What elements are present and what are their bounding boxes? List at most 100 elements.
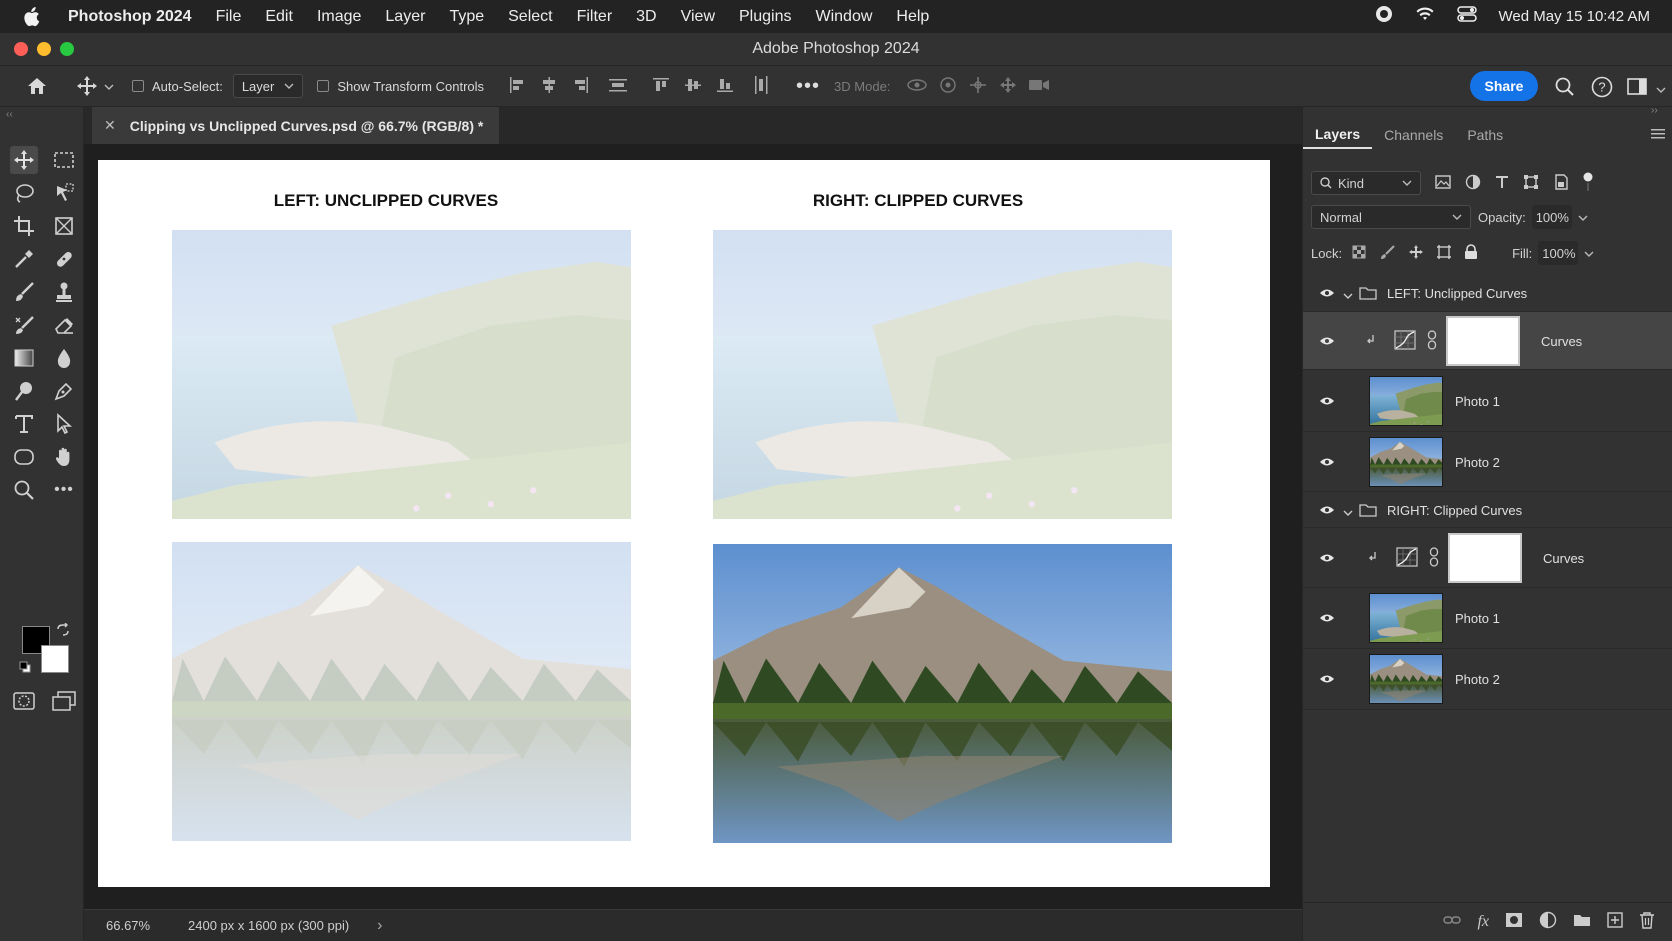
zoom-window-button[interactable] bbox=[60, 42, 74, 56]
workspace-icon[interactable] bbox=[1627, 77, 1649, 100]
layer-mask-thumbnail[interactable] bbox=[1446, 316, 1520, 366]
visibility-eye-icon[interactable] bbox=[1317, 503, 1337, 517]
3d-slide-icon[interactable] bbox=[998, 75, 1018, 98]
align-horizontal-centers-icon[interactable] bbox=[540, 76, 558, 97]
screen-mode-button[interactable] bbox=[50, 687, 78, 715]
new-layer-icon[interactable] bbox=[1607, 911, 1623, 933]
show-transform-checkbox[interactable] bbox=[317, 80, 330, 92]
zoom-tool[interactable] bbox=[10, 476, 38, 504]
more-options-icon[interactable]: ••• bbox=[796, 75, 820, 98]
filter-adjustment-icon[interactable] bbox=[1465, 174, 1481, 193]
3d-roll-icon[interactable] bbox=[938, 75, 958, 98]
dodge-tool[interactable] bbox=[10, 377, 38, 405]
menu-3d[interactable]: 3D bbox=[636, 8, 656, 26]
visibility-eye-icon[interactable] bbox=[1317, 611, 1337, 625]
filter-shape-icon[interactable] bbox=[1523, 174, 1539, 193]
blur-tool[interactable] bbox=[50, 344, 78, 372]
layer-photo-2-right[interactable]: Photo 2 bbox=[1303, 649, 1672, 710]
share-button[interactable]: Share bbox=[1470, 71, 1538, 101]
layer-curves-left[interactable]: Curves bbox=[1303, 312, 1672, 370]
visibility-eye-icon[interactable] bbox=[1317, 455, 1337, 469]
search-icon[interactable] bbox=[1555, 77, 1575, 100]
type-tool[interactable] bbox=[10, 410, 38, 438]
lock-position-icon[interactable] bbox=[1408, 244, 1424, 263]
eraser-tool[interactable] bbox=[50, 311, 78, 339]
chevron-down-icon[interactable] bbox=[1343, 288, 1353, 303]
menu-edit[interactable]: Edit bbox=[265, 8, 293, 26]
blend-mode-dropdown[interactable]: Normal bbox=[1311, 205, 1471, 229]
panel-menu-icon[interactable] bbox=[1651, 127, 1665, 143]
tab-channels[interactable]: Channels bbox=[1372, 121, 1455, 149]
link-layers-icon[interactable] bbox=[1443, 913, 1462, 931]
frame-tool[interactable] bbox=[50, 212, 78, 240]
chevron-down-icon[interactable] bbox=[1578, 210, 1588, 225]
visibility-eye-icon[interactable] bbox=[1317, 394, 1337, 408]
filter-pixel-icon[interactable] bbox=[1435, 174, 1451, 192]
tab-layers[interactable]: Layers bbox=[1303, 121, 1373, 149]
distribute-vertical-icon[interactable] bbox=[608, 76, 628, 97]
layer-photo-2-left[interactable]: Photo 2 bbox=[1303, 432, 1672, 492]
swap-colors-icon[interactable] bbox=[56, 622, 70, 642]
layer-photo-1-left[interactable]: Photo 1 bbox=[1303, 370, 1672, 432]
close-tab-icon[interactable]: ✕ bbox=[104, 117, 116, 134]
chevron-down-icon[interactable] bbox=[1584, 246, 1594, 261]
filter-smart-object-icon[interactable] bbox=[1553, 173, 1569, 193]
control-center-icon[interactable] bbox=[1456, 6, 1477, 27]
app-name-menu[interactable]: Photoshop 2024 bbox=[68, 8, 192, 26]
pen-tool[interactable] bbox=[50, 377, 78, 405]
home-icon[interactable] bbox=[24, 76, 50, 96]
lock-all-icon[interactable] bbox=[1464, 243, 1478, 263]
new-adjustment-layer-icon[interactable] bbox=[1539, 911, 1557, 934]
menubar-clock[interactable]: Wed May 15 10:42 AM bbox=[1499, 8, 1650, 25]
filter-kind-dropdown[interactable]: Kind bbox=[1311, 171, 1421, 195]
history-brush-tool[interactable] bbox=[10, 311, 38, 339]
zoom-level[interactable]: 66.67% bbox=[106, 918, 170, 933]
menu-type[interactable]: Type bbox=[449, 8, 484, 26]
align-left-edges-icon[interactable] bbox=[508, 76, 526, 97]
brush-tool[interactable] bbox=[10, 278, 38, 306]
edit-toolbar-tool[interactable]: ••• bbox=[50, 476, 78, 504]
auto-select-target-dropdown[interactable]: Layer bbox=[232, 74, 304, 98]
layer-group-right[interactable]: RIGHT: Clipped Curves bbox=[1303, 492, 1672, 528]
filter-toggle-icon[interactable] bbox=[1583, 172, 1593, 195]
gradient-tool[interactable] bbox=[10, 344, 38, 372]
chevron-down-icon[interactable] bbox=[1343, 505, 1353, 520]
3d-orbit-icon[interactable] bbox=[906, 76, 928, 97]
new-group-icon[interactable] bbox=[1573, 913, 1591, 932]
default-colors-icon[interactable] bbox=[19, 660, 31, 678]
healing-brush-tool[interactable] bbox=[50, 245, 78, 273]
shape-tool[interactable] bbox=[10, 443, 38, 471]
lock-transparent-pixels-icon[interactable] bbox=[1352, 245, 1366, 262]
opacity-input[interactable]: 100% bbox=[1531, 205, 1572, 229]
document-tab[interactable]: ✕ Clipping vs Unclipped Curves.psd @ 66.… bbox=[92, 107, 500, 144]
chevron-right-icon[interactable]: › bbox=[377, 917, 382, 935]
creative-cloud-icon[interactable] bbox=[1375, 5, 1393, 28]
menu-window[interactable]: Window bbox=[815, 8, 872, 26]
menu-layer[interactable]: Layer bbox=[385, 8, 425, 26]
visibility-eye-icon[interactable] bbox=[1317, 334, 1337, 348]
visibility-eye-icon[interactable] bbox=[1317, 286, 1337, 300]
collapse-panel-icon[interactable]: ›› bbox=[1651, 105, 1658, 116]
visibility-eye-icon[interactable] bbox=[1317, 672, 1337, 686]
auto-select-checkbox[interactable] bbox=[132, 80, 144, 92]
distribute-horizontal-icon[interactable] bbox=[752, 75, 770, 98]
help-icon[interactable]: ? bbox=[1591, 76, 1613, 101]
minimize-window-button[interactable] bbox=[37, 42, 51, 56]
delete-layer-icon[interactable] bbox=[1639, 911, 1655, 934]
align-right-edges-icon[interactable] bbox=[572, 76, 590, 97]
layer-effects-icon[interactable]: fx bbox=[1477, 913, 1489, 931]
wifi-icon[interactable] bbox=[1415, 6, 1435, 27]
layer-mask-thumbnail[interactable] bbox=[1448, 533, 1522, 583]
visibility-eye-icon[interactable] bbox=[1317, 551, 1337, 565]
menu-file[interactable]: File bbox=[216, 8, 242, 26]
menu-plugins[interactable]: Plugins bbox=[739, 8, 791, 26]
align-vertical-centers-icon[interactable] bbox=[684, 76, 702, 97]
chevron-down-icon[interactable] bbox=[1656, 82, 1666, 97]
menu-image[interactable]: Image bbox=[317, 8, 361, 26]
menu-view[interactable]: View bbox=[681, 8, 715, 26]
add-mask-icon[interactable] bbox=[1505, 912, 1523, 933]
quick-mask-button[interactable] bbox=[10, 687, 38, 715]
layer-curves-right[interactable]: Curves bbox=[1303, 528, 1672, 588]
eyedropper-tool[interactable] bbox=[10, 245, 38, 273]
layer-photo-1-right[interactable]: Photo 1 bbox=[1303, 588, 1672, 649]
